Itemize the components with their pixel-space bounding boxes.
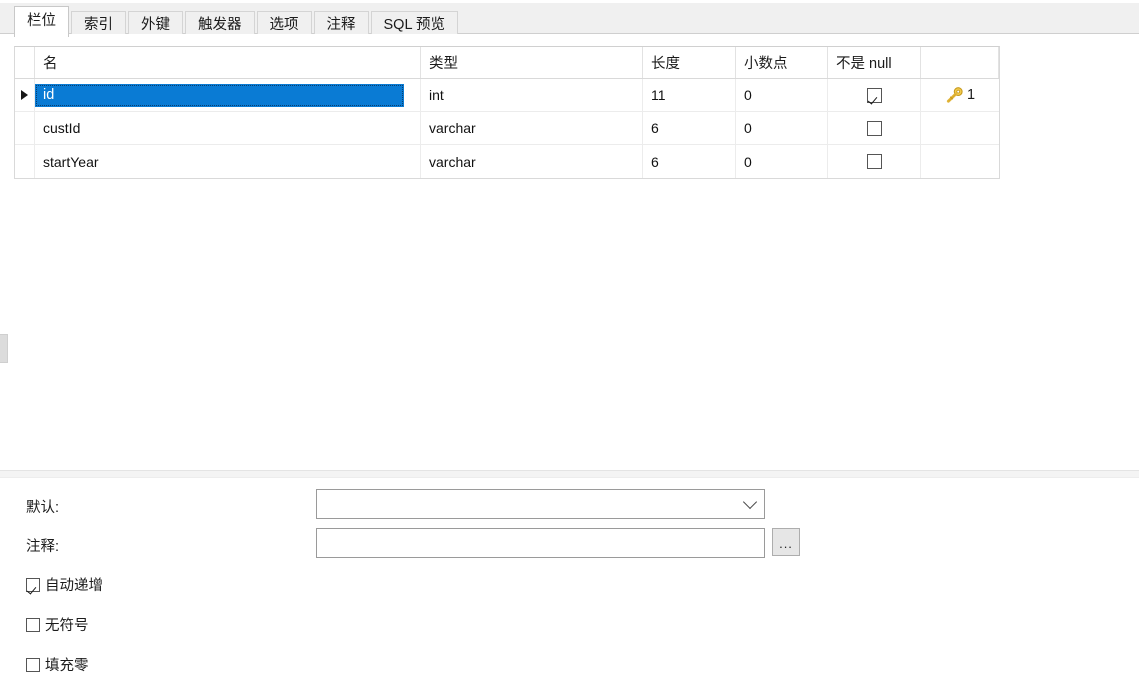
horizontal-splitter[interactable]: [0, 470, 1139, 478]
auto-increment-label: 自动递增: [45, 578, 103, 594]
cell-length-value: 6: [651, 120, 659, 136]
auto-increment-checkbox[interactable]: [26, 577, 40, 592]
cell-length[interactable]: 11: [643, 79, 736, 111]
cell-not-null[interactable]: [828, 145, 921, 178]
cell-length-value: 11: [651, 87, 666, 103]
comment-browse-button[interactable]: ...: [772, 528, 800, 556]
cell-length[interactable]: 6: [643, 112, 736, 144]
cell-not-null[interactable]: [828, 79, 921, 111]
primary-key-indicator: 1: [945, 87, 975, 103]
tab-list: 栏位 索引 外键 触发器 选项 注释 SQL 预览: [14, 3, 460, 37]
cell-decimals-value: 0: [744, 153, 752, 170]
cell-decimals[interactable]: 0: [736, 112, 828, 144]
cell-key[interactable]: [921, 112, 999, 144]
unsigned-label: 无符号: [45, 618, 89, 634]
column-properties-pane: 默认: 注释: ... 自动递增 无符号 填充零: [0, 478, 1139, 693]
tab-columns[interactable]: 栏位: [14, 6, 69, 37]
cell-name[interactable]: custId: [35, 112, 421, 144]
tab-label: 索引: [84, 17, 113, 33]
row-indicator: [15, 145, 35, 178]
column-header-label: 长度: [651, 56, 680, 72]
default-value-combobox[interactable]: [316, 489, 765, 519]
collapsed-panel-handle[interactable]: [0, 334, 8, 363]
cell-name-value: id: [35, 83, 404, 107]
columns-grid[interactable]: 名 类型 长度 小数点 不是 null id int 11 0 1 custId…: [14, 46, 1000, 179]
tab-label: 触发器: [198, 17, 242, 33]
table-row[interactable]: id int 11 0 1: [15, 79, 999, 112]
tab-label: 注释: [326, 17, 356, 33]
grid-header-gutter: [15, 47, 35, 78]
chevron-down-icon[interactable]: [736, 494, 764, 510]
cell-name[interactable]: startYear: [35, 145, 421, 178]
tab-label: 选项: [269, 17, 299, 33]
columns-grid-pane: 名 类型 长度 小数点 不是 null id int 11 0 1 custId…: [0, 34, 1139, 470]
cell-not-null[interactable]: [828, 112, 921, 144]
cell-key[interactable]: 1: [921, 79, 999, 111]
grid-body: id int 11 0 1 custId varchar 6 0 startYe…: [15, 79, 999, 178]
table-row[interactable]: custId varchar 6 0: [15, 112, 999, 145]
cell-type[interactable]: varchar: [421, 145, 643, 178]
column-header-label: 小数点: [744, 56, 788, 72]
cell-length[interactable]: 6: [643, 145, 736, 178]
current-row-arrow-icon: [21, 90, 28, 100]
column-header-not-null[interactable]: 不是 null: [828, 47, 921, 78]
cell-name-value: custId: [43, 120, 81, 136]
zero-fill-label: 填充零: [45, 658, 89, 674]
cell-decimals[interactable]: 0: [736, 145, 828, 178]
chevron-down-glyph: [742, 494, 758, 510]
cell-type-value: varchar: [429, 120, 476, 136]
tab-label: 栏位: [27, 13, 56, 29]
cell-type[interactable]: varchar: [421, 112, 643, 144]
auto-increment-row[interactable]: 自动递增: [26, 574, 103, 595]
unsigned-row[interactable]: 无符号: [26, 614, 89, 635]
not-null-checkbox[interactable]: [866, 87, 882, 103]
column-header-decimals[interactable]: 小数点: [736, 47, 828, 78]
row-indicator: [15, 112, 35, 144]
tab-label: SQL 预览: [383, 17, 446, 33]
cell-decimals-value: 0: [744, 120, 752, 136]
column-header-length[interactable]: 长度: [643, 47, 736, 78]
tab-strip: 栏位 索引 外键 触发器 选项 注释 SQL 预览: [0, 0, 1139, 37]
column-header-key[interactable]: [921, 47, 999, 78]
comment-input[interactable]: [317, 529, 764, 557]
column-header-label: 名: [43, 56, 58, 72]
tab-label: 外键: [141, 17, 170, 33]
cell-type-value: varchar: [429, 153, 476, 170]
cell-name-value: startYear: [43, 153, 99, 170]
unsigned-checkbox[interactable]: [26, 617, 40, 632]
cell-key[interactable]: [921, 145, 999, 178]
cell-type[interactable]: int: [421, 79, 643, 111]
table-row[interactable]: startYear varchar 6 0: [15, 145, 999, 178]
comment-input-wrapper[interactable]: [316, 528, 765, 558]
zero-fill-row[interactable]: 填充零: [26, 654, 89, 675]
column-header-type[interactable]: 类型: [421, 47, 643, 78]
cell-type-value: int: [429, 87, 444, 103]
row-indicator: [15, 79, 35, 111]
grid-header-row: 名 类型 长度 小数点 不是 null: [15, 47, 999, 79]
column-header-label: 类型: [429, 56, 458, 72]
zero-fill-checkbox[interactable]: [26, 657, 40, 672]
default-label: 默认:: [26, 500, 60, 516]
cell-name[interactable]: id: [35, 79, 421, 111]
column-header-label: 不是 null: [836, 56, 892, 72]
comment-label: 注释:: [26, 539, 60, 555]
cell-length-value: 6: [651, 153, 659, 170]
cell-decimals-value: 0: [744, 87, 752, 103]
primary-key-order: 1: [966, 87, 976, 103]
key-icon: [946, 87, 963, 103]
not-null-checkbox[interactable]: [866, 120, 882, 136]
column-header-name[interactable]: 名: [35, 47, 421, 78]
cell-decimals[interactable]: 0: [736, 79, 828, 111]
not-null-checkbox[interactable]: [866, 154, 882, 169]
